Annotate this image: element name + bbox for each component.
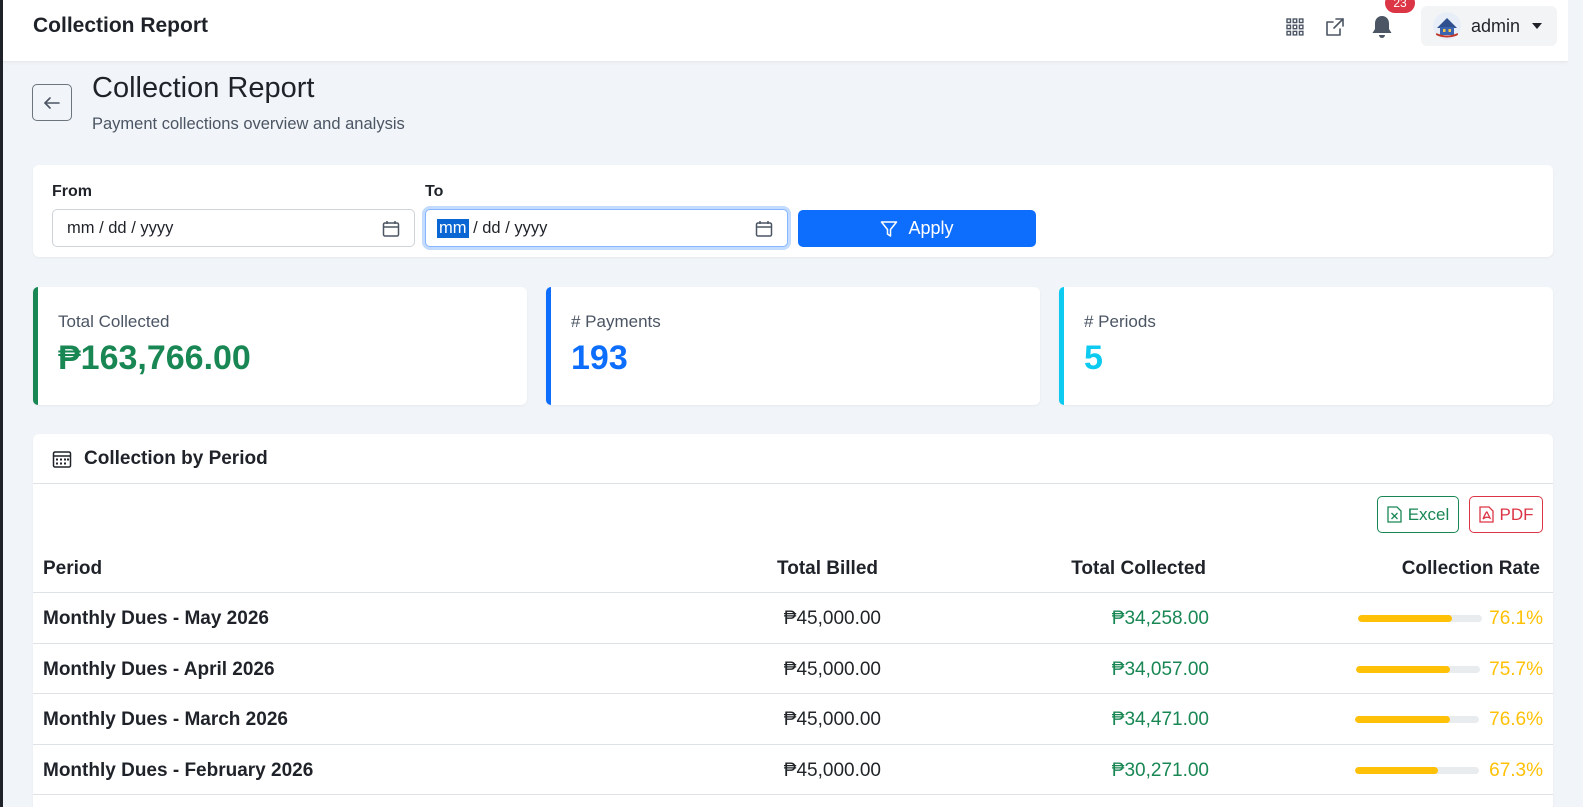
apply-label: Apply <box>908 218 954 238</box>
to-date-input[interactable]: mm / dd / yyyy <box>425 209 788 247</box>
page-title: Collection Report <box>92 72 315 104</box>
date-filter-card: From mm / dd / yyyy To mm / dd / yyyy Ap… <box>33 165 1553 257</box>
card-title: Collection by Period <box>84 447 268 469</box>
billed-cell: ₱45,000.00 <box>783 608 881 629</box>
bell-icon[interactable] <box>1369 14 1395 40</box>
rate-progress-fill <box>1356 665 1450 673</box>
window-edge <box>0 0 3 807</box>
stat-card-payments: # Payments 193 <box>546 287 1040 405</box>
stat-accent <box>546 287 551 405</box>
username: admin <box>1471 15 1521 36</box>
collected-cell: ₱34,258.00 <box>1111 608 1209 629</box>
crest-avatar-icon <box>1433 12 1461 40</box>
app-title: Collection Report <box>33 14 209 37</box>
apps-grid-icon[interactable] <box>1282 14 1308 40</box>
export-pdf-button[interactable]: PDF <box>1469 496 1543 533</box>
stat-label: # Periods <box>1084 312 1156 331</box>
from-label: From <box>52 183 92 200</box>
export-excel-button[interactable]: Excel <box>1377 496 1459 533</box>
period-cell: Monthly Dues - March 2026 <box>43 709 288 730</box>
chevron-down-icon <box>1532 23 1543 29</box>
billed-cell: ₱45,000.00 <box>783 709 881 730</box>
table-row[interactable]: Monthly Dues - March 2026 ₱45,000.00 ₱34… <box>33 694 1553 745</box>
rate-progress-bar <box>1356 665 1480 673</box>
excel-file-icon <box>1387 506 1402 523</box>
billed-cell: ₱45,000.00 <box>783 658 881 680</box>
stat-value: ₱163,766.00 <box>58 339 251 377</box>
top-navbar: Collection Report 23 admin <box>3 0 1568 62</box>
date-placeholder-mm: mm <box>67 218 95 237</box>
stat-card-periods: # Periods 5 <box>1059 287 1553 405</box>
calendar-icon[interactable] <box>755 220 773 243</box>
pdf-label: PDF <box>1499 504 1534 524</box>
collected-cell: ₱34,057.00 <box>1111 658 1209 680</box>
pdf-file-icon <box>1478 506 1494 523</box>
col-header-collection-rate[interactable]: Collection Rate <box>1402 558 1540 580</box>
col-header-total-billed[interactable]: Total Billed <box>777 558 878 580</box>
rate-progress-bar <box>1355 716 1479 723</box>
period-cell: Monthly Dues - May 2026 <box>43 608 269 629</box>
rate-cell: 76.1% <box>1489 608 1543 629</box>
rate-progress-fill <box>1355 766 1439 774</box>
collected-cell: ₱34,471.00 <box>1111 709 1209 730</box>
apply-button[interactable]: Apply <box>798 210 1036 247</box>
external-link-icon[interactable] <box>1322 14 1348 40</box>
stat-accent <box>33 287 38 405</box>
rate-progress-bar <box>1355 766 1479 774</box>
notification-badge: 23 <box>1385 0 1415 13</box>
collection-by-period-card: Collection by Period Excel PDF Period To… <box>33 434 1553 807</box>
rate-cell: 76.6% <box>1489 709 1543 730</box>
stat-card-total-collected: Total Collected ₱163,766.00 <box>33 287 527 405</box>
stat-value: 5 <box>1084 339 1103 377</box>
arrow-left-icon <box>44 96 60 109</box>
from-date-input[interactable]: mm / dd / yyyy <box>52 209 415 247</box>
calendar-icon[interactable] <box>382 220 400 243</box>
rate-progress-bar <box>1358 615 1482 622</box>
to-label: To <box>425 183 444 200</box>
user-menu[interactable]: admin <box>1421 6 1557 46</box>
funnel-icon <box>881 220 898 237</box>
table-row[interactable]: Monthly Dues - February 2026 ₱45,000.00 … <box>33 745 1553 795</box>
rate-cell: 75.7% <box>1489 658 1543 680</box>
back-button[interactable] <box>32 84 72 121</box>
card-header: Collection by Period <box>33 434 1553 484</box>
page-subtitle: Payment collections overview and analysi… <box>92 115 405 133</box>
stat-label: Total Collected <box>58 312 170 331</box>
rate-progress-fill <box>1358 615 1453 622</box>
stat-label: # Payments <box>571 312 661 331</box>
col-header-period[interactable]: Period <box>43 558 102 580</box>
date-placeholder: / dd / yyyy <box>94 218 174 237</box>
date-placeholder-mm-selected: mm <box>437 218 469 238</box>
date-placeholder: / dd / yyyy <box>468 218 548 237</box>
rate-progress-fill <box>1355 716 1450 723</box>
calendar-grid-icon <box>52 450 72 468</box>
period-cell: Monthly Dues - April 2026 <box>43 658 275 680</box>
stat-value: 193 <box>571 339 628 377</box>
col-header-total-collected[interactable]: Total Collected <box>1071 558 1206 580</box>
period-cell: Monthly Dues - February 2026 <box>43 759 314 781</box>
rate-cell: 67.3% <box>1489 759 1543 781</box>
collected-cell: ₱30,271.00 <box>1111 759 1209 781</box>
billed-cell: ₱45,000.00 <box>783 759 881 781</box>
stat-accent <box>1059 287 1064 405</box>
page-scrollbar[interactable] <box>1568 0 1583 807</box>
table-row[interactable]: Monthly Dues - May 2026 ₱45,000.00 ₱34,2… <box>33 593 1553 644</box>
table-row[interactable]: Monthly Dues - April 2026 ₱45,000.00 ₱34… <box>33 644 1553 694</box>
excel-label: Excel <box>1407 504 1450 524</box>
